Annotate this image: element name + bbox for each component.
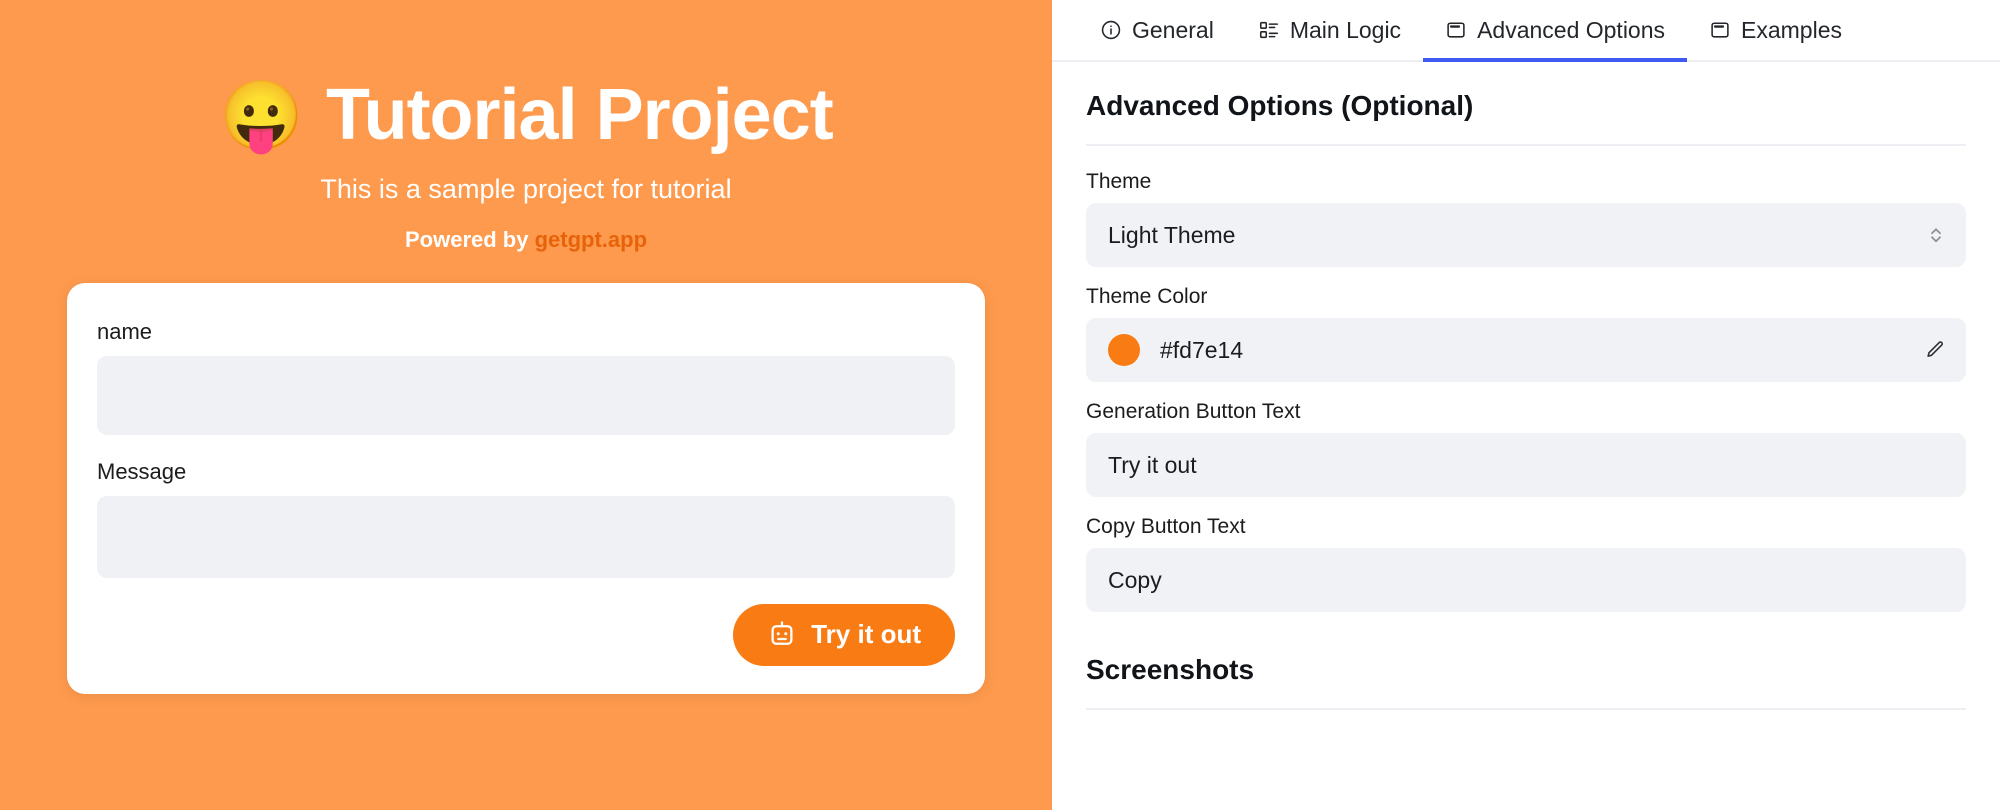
- tab-general-label: General: [1132, 16, 1214, 43]
- theme-label: Theme: [1086, 170, 1152, 193]
- theme-color-value: #fd7e14: [1160, 336, 1244, 363]
- screenshots-divider: [1086, 708, 1966, 710]
- pencil-icon[interactable]: [1924, 339, 1946, 361]
- try-it-out-label: Try it out: [811, 619, 921, 650]
- window-icon: [1709, 19, 1731, 41]
- copy-button-text-field[interactable]: Copy: [1086, 548, 1966, 612]
- generation-button-text-value: Try it out: [1108, 451, 1197, 478]
- preview-header: 😛 Tutorial Project This is a sample proj…: [45, 0, 1007, 253]
- theme-select[interactable]: Light Theme: [1086, 203, 1966, 267]
- settings-tabbar: General Main Logic Advanced Options Exam…: [1052, 0, 2000, 62]
- theme-color-label: Theme Color: [1086, 285, 1208, 308]
- list-layout-icon: [1258, 19, 1280, 41]
- project-title-row: 😛 Tutorial Project: [45, 75, 1007, 155]
- preview-form-card: name Message Try it out: [67, 282, 985, 694]
- screenshots-title: Screenshots: [1086, 654, 1255, 685]
- copy-button-text-value: Copy: [1108, 566, 1162, 593]
- section-divider: [1086, 144, 1966, 146]
- tab-main-logic[interactable]: Main Logic: [1236, 2, 1423, 62]
- name-field-label: name: [97, 318, 153, 344]
- settings-body: Advanced Options (Optional) Theme Light …: [1052, 62, 2000, 710]
- powered-by-text: Powered by getgpt.app: [45, 227, 1007, 253]
- try-it-out-button[interactable]: Try it out: [733, 603, 955, 666]
- generation-button-text-label: Generation Button Text: [1086, 400, 1301, 423]
- robot-icon: [767, 620, 797, 650]
- name-input[interactable]: [97, 355, 955, 435]
- info-circle-icon: [1100, 19, 1122, 41]
- tab-main-logic-label: Main Logic: [1289, 16, 1402, 43]
- generation-button-text-field[interactable]: Try it out: [1086, 433, 1966, 497]
- message-input[interactable]: [97, 495, 955, 578]
- getgpt-link[interactable]: getgpt.app: [535, 227, 647, 252]
- section-title: Advanced Options (Optional): [1086, 90, 1474, 121]
- face-with-tongue-emoji: 😛: [219, 77, 304, 154]
- copy-button-text-label: Copy Button Text: [1086, 515, 1246, 538]
- theme-select-value: Light Theme: [1108, 221, 1236, 248]
- screenshots-section: Screenshots: [1086, 654, 1966, 710]
- app-root: 😛 Tutorial Project This is a sample proj…: [0, 0, 2000, 810]
- tab-examples[interactable]: Examples: [1687, 2, 1864, 62]
- tab-advanced-options[interactable]: Advanced Options: [1423, 2, 1688, 62]
- settings-pane: General Main Logic Advanced Options Exam…: [1052, 0, 2000, 810]
- form-actions: Try it out: [97, 603, 955, 666]
- theme-color-field[interactable]: #fd7e14: [1086, 318, 1966, 382]
- chevron-up-down-icon[interactable]: [1926, 223, 1946, 247]
- tab-advanced-options-label: Advanced Options: [1477, 16, 1666, 43]
- project-preview-pane: 😛 Tutorial Project This is a sample proj…: [0, 0, 1052, 810]
- tab-examples-label: Examples: [1741, 16, 1842, 43]
- page-title: Tutorial Project: [325, 75, 834, 155]
- message-field-label: Message: [97, 458, 187, 484]
- color-swatch[interactable]: [1108, 334, 1140, 366]
- powered-by-prefix: Powered by: [404, 226, 535, 252]
- window-icon: [1445, 19, 1467, 41]
- project-subtitle: This is a sample project for tutorial: [320, 173, 732, 204]
- tab-general[interactable]: General: [1078, 2, 1236, 62]
